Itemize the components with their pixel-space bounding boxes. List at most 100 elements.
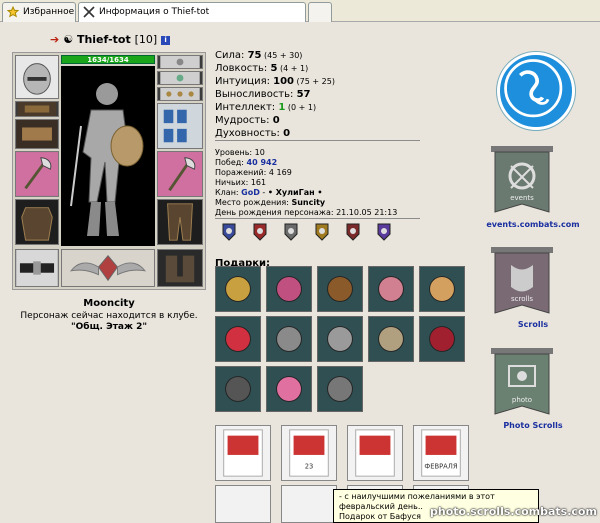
earring-slot[interactable] — [157, 55, 203, 69]
stat-row: Интуиция: 100 (75 + 25) — [215, 76, 335, 87]
star-folder-icon — [7, 6, 19, 18]
gift-item[interactable] — [419, 316, 465, 362]
postcard-icon — [223, 429, 263, 477]
gift-item[interactable] — [266, 266, 312, 312]
new-tab-button[interactable] — [308, 2, 332, 22]
watermark: photo.scrolls.combats.com — [430, 505, 597, 518]
knight-figure-icon — [70, 83, 144, 236]
gloves-slot[interactable] — [15, 119, 59, 149]
gift-icon — [267, 317, 311, 361]
stats-list: Сила: 75 (45 + 30) Ловкость: 5 (4 + 1) Инт… — [215, 49, 335, 140]
helmet-icon — [16, 56, 58, 98]
emblem-slot — [61, 249, 155, 287]
gift-icon — [216, 317, 260, 361]
stat-row: Духовность: 0 — [215, 128, 291, 139]
belt-slot[interactable] — [15, 249, 59, 287]
boots-slot[interactable] — [157, 249, 203, 287]
gift-item[interactable] — [215, 316, 261, 362]
gift-icon — [216, 267, 260, 311]
gift-item[interactable] — [215, 366, 261, 412]
gift-item[interactable] — [215, 266, 261, 312]
card-gift[interactable] — [215, 485, 271, 523]
level-line: Уровень: 10 — [215, 148, 265, 157]
rings-icon — [160, 88, 200, 100]
earring-icon — [160, 56, 200, 68]
card-gift[interactable] — [347, 425, 403, 481]
card-gift[interactable] — [215, 425, 271, 481]
character-page: ➔ ☯ Thief-tot [10] i 1634/1634 Mooncity … — [0, 22, 600, 523]
bracer-slot[interactable] — [15, 101, 59, 117]
tab-character-info[interactable]: Информация о Thief-tot — [78, 2, 306, 22]
ring-slot-row[interactable] — [157, 87, 203, 101]
info-icon[interactable]: i — [161, 36, 171, 45]
gift-item[interactable] — [317, 266, 363, 312]
photo-banner-icon[interactable]: photo — [491, 348, 553, 422]
gift-icon — [318, 317, 362, 361]
gift-item[interactable] — [317, 366, 363, 412]
medal-icon[interactable] — [221, 222, 237, 242]
crossed-swords-icon — [83, 6, 95, 18]
postcard-icon — [355, 429, 395, 477]
events-banner-icon[interactable]: events — [491, 146, 553, 220]
birthday-line: День рождения персонажа: 21.10.05 21:13 — [215, 208, 398, 217]
gift-icon — [318, 367, 362, 411]
svg-text:events: events — [510, 194, 534, 202]
helmet-slot[interactable] — [15, 55, 59, 99]
equipment-panel: 1634/1634 — [12, 52, 206, 290]
battle-info: Уровень: 10 Побед: 40 942 Поражений: 4 1… — [215, 148, 397, 218]
axe-icon — [158, 152, 202, 196]
stat-row: Ловкость: 5 (4 + 1) — [215, 63, 309, 74]
character-figure — [61, 66, 155, 246]
medal-icon[interactable] — [314, 222, 330, 242]
divider — [215, 218, 420, 219]
boots-icon — [158, 250, 202, 286]
medal-icon[interactable] — [252, 222, 268, 242]
gift-item[interactable] — [266, 316, 312, 362]
tab-label: Избранное — [23, 7, 75, 17]
armor-slot[interactable] — [15, 199, 59, 245]
gift-icon — [267, 367, 311, 411]
gift-item[interactable] — [419, 266, 465, 312]
scrolls-banner-icon[interactable]: scrolls — [491, 247, 553, 321]
card-gift[interactable] — [281, 485, 337, 523]
clan-line: Клан: GoD - • ХулиГан • — [215, 188, 323, 197]
stat-row: Интеллект: 1 (0 + 1) — [215, 102, 317, 113]
axe-icon — [16, 152, 58, 196]
weapon-slot[interactable] — [15, 151, 59, 197]
gift-item[interactable] — [317, 316, 363, 362]
medal-icon[interactable] — [345, 222, 361, 242]
amulet-slot[interactable] — [157, 71, 203, 85]
gift-item[interactable] — [368, 316, 414, 362]
offhand-slot[interactable] — [157, 151, 203, 197]
tab-label: Информация о Thief-tot — [99, 7, 210, 17]
aquarius-icon — [504, 59, 563, 118]
card-gift[interactable]: 23 — [281, 425, 337, 481]
zodiac-logo[interactable] — [497, 52, 575, 130]
browser-tab-bar: Избранное Информация о Thief-tot — [0, 0, 600, 22]
events-link[interactable]: events.combats.com — [478, 220, 588, 229]
postcard-icon: 23 — [289, 429, 329, 477]
gift-item[interactable] — [368, 266, 414, 312]
birthplace-line: Место рождения: Suncity — [215, 198, 326, 207]
stat-row: Мудрость: 0 — [215, 115, 280, 126]
leggings-icon — [158, 200, 202, 244]
medal-icon[interactable] — [283, 222, 299, 242]
gloves-icon — [16, 120, 58, 148]
gift-item[interactable] — [266, 366, 312, 412]
gift-icon — [420, 317, 464, 361]
gift-icon — [318, 267, 362, 311]
armor-icon — [16, 200, 58, 244]
photo-scrolls-link[interactable]: Photo Scrolls — [478, 421, 588, 430]
card-gift[interactable]: ФЕВРАЛЯ — [413, 425, 469, 481]
belt-icon — [16, 250, 58, 286]
draws-line: Ничьих: 161 — [215, 178, 267, 187]
medal-icon[interactable] — [376, 222, 392, 242]
arrow-icon: ➔ — [50, 33, 60, 46]
leggings-slot[interactable] — [157, 199, 203, 245]
stat-row: Выносливость: 57 — [215, 89, 311, 100]
character-nick: ➔ ☯ Thief-tot [10] i — [50, 33, 171, 46]
potion-slots[interactable] — [157, 103, 203, 149]
clan-link[interactable]: GoD — [241, 188, 260, 197]
tab-favorites[interactable]: Избранное — [2, 2, 76, 22]
scrolls-link[interactable]: Scrolls — [478, 320, 588, 329]
